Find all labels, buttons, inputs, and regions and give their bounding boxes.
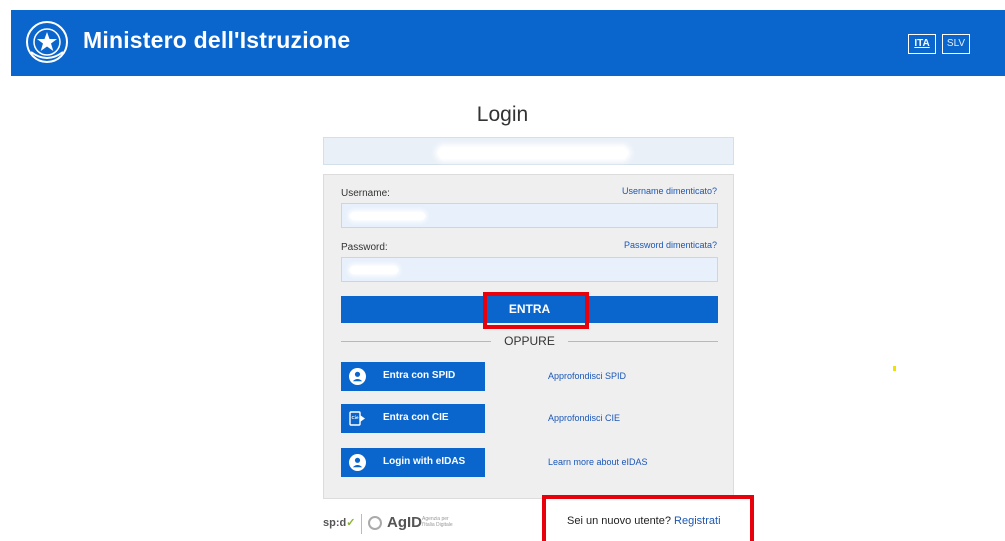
- spid-info-link[interactable]: Approfondisci SPID: [548, 371, 626, 381]
- new-user-prompt: Sei un nuovo utente? Registrati: [567, 515, 721, 527]
- password-input[interactable]: [341, 257, 718, 282]
- svg-text:Cie: Cie: [352, 415, 360, 420]
- spid-login-label: Entra con SPID: [383, 370, 456, 381]
- cie-card-icon: Cie: [349, 411, 365, 426]
- italian-republic-emblem-icon: [26, 21, 68, 63]
- spid-logo: sp:d✓: [323, 517, 356, 529]
- site-header: Ministero dell'Istruzione ITA SLV: [11, 10, 1005, 76]
- username-label: Username:: [341, 188, 390, 199]
- eidas-login-button[interactable]: Login with eIDAS: [341, 448, 485, 477]
- cie-login-button[interactable]: Cie Entra con CIE: [341, 404, 485, 433]
- redacted-value: [350, 266, 398, 274]
- logo-separator: [361, 514, 362, 534]
- info-bar: [323, 137, 734, 165]
- page-title: Login: [476, 103, 529, 126]
- new-user-text: Sei un nuovo utente?: [567, 515, 671, 527]
- login-card: Username: Username dimenticato? Password…: [323, 174, 734, 499]
- divider-label: OPPURE: [504, 334, 555, 348]
- cie-login-label: Entra con CIE: [383, 412, 449, 423]
- cie-info-link[interactable]: Approfondisci CIE: [548, 413, 620, 423]
- lang-slv-button[interactable]: SLV: [942, 34, 970, 54]
- forgot-password-link[interactable]: Password dimenticata?: [624, 240, 717, 250]
- lang-ita-button[interactable]: ITA: [908, 34, 936, 54]
- enter-button[interactable]: ENTRA: [341, 296, 718, 323]
- site-title: Ministero dell'Istruzione: [83, 27, 351, 53]
- or-divider: OPPURE: [341, 333, 718, 349]
- register-link[interactable]: Registrati: [674, 515, 720, 527]
- eidas-login-label: Login with eIDAS: [383, 456, 466, 467]
- agid-logo-subtitle: Agenzia per l'Italia Digitale: [422, 516, 453, 528]
- username-input[interactable]: [341, 203, 718, 228]
- spid-login-button[interactable]: Entra con SPID: [341, 362, 485, 391]
- redacted-text: [438, 147, 628, 159]
- password-label: Password:: [341, 242, 388, 253]
- redacted-value: [350, 212, 425, 220]
- agid-logo: AgID: [387, 514, 422, 531]
- stray-mark: [893, 366, 896, 371]
- agid-logo-icon: [368, 516, 382, 530]
- eidas-user-icon: [349, 454, 366, 471]
- spid-user-icon: [349, 368, 366, 385]
- eidas-info-link[interactable]: Learn more about eIDAS: [548, 457, 648, 467]
- forgot-username-link[interactable]: Username dimenticato?: [622, 186, 717, 196]
- footer-logos: sp:d✓ AgID Agenzia per l'Italia Digitale: [323, 514, 483, 534]
